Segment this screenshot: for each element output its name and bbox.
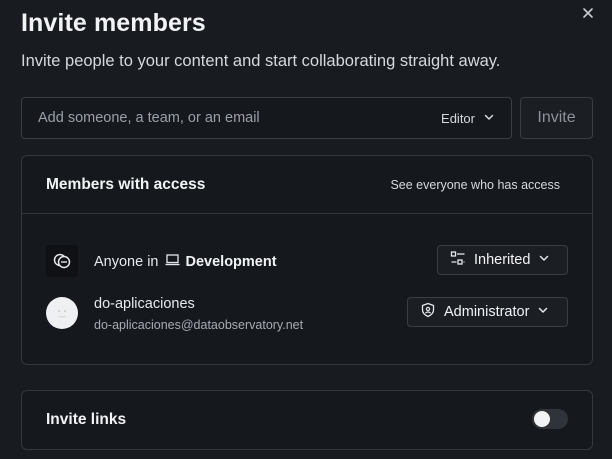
- group-access-text: Anyone in Development: [94, 254, 277, 270]
- chevron-down-icon: [483, 111, 495, 126]
- shield-icon: [420, 302, 436, 322]
- group-member-row: Anyone in Development Inherited: [46, 245, 568, 279]
- members-panel-header: Members with access See everyone who has…: [22, 156, 592, 214]
- inherited-permission-button[interactable]: Inherited: [437, 245, 568, 275]
- invite-links-title: Invite links: [46, 411, 127, 428]
- administrator-permission-button[interactable]: Administrator: [407, 297, 568, 327]
- team-name[interactable]: Development: [186, 254, 277, 270]
- see-everyone-link[interactable]: See everyone who has access: [390, 178, 560, 192]
- chevron-down-icon: [538, 252, 550, 268]
- role-select[interactable]: Editor: [441, 98, 495, 138]
- invite-links-panel: Invite links: [21, 390, 593, 450]
- invite-input-box: Editor: [21, 97, 512, 139]
- toggle-knob: [534, 411, 550, 427]
- invite-row: Editor Invite: [21, 97, 593, 139]
- chevron-down-icon: [537, 304, 549, 320]
- close-icon[interactable]: [580, 5, 596, 21]
- role-select-label: Editor: [441, 110, 475, 126]
- laptop-icon: [165, 254, 180, 270]
- group-prefix: Anyone in: [94, 254, 159, 270]
- invite-button[interactable]: Invite: [520, 97, 593, 139]
- member-name: do-aplicaciones: [94, 296, 195, 312]
- user-member-row: do-aplicaciones do-aplicaciones@dataobse…: [46, 296, 568, 332]
- member-email: do-aplicaciones@dataobservatory.net: [94, 318, 304, 332]
- dialog-title: Invite members: [21, 9, 206, 37]
- group-icon: [46, 245, 78, 277]
- invite-search-input[interactable]: [22, 98, 422, 138]
- invite-members-dialog: Invite members Invite people to your con…: [0, 0, 612, 459]
- invite-links-toggle[interactable]: [532, 409, 568, 429]
- inherited-permission-label: Inherited: [474, 252, 531, 268]
- members-panel: Members with access See everyone who has…: [21, 155, 593, 365]
- administrator-permission-label: Administrator: [444, 304, 530, 320]
- avatar: [46, 297, 78, 329]
- dialog-subtitle: Invite people to your content and start …: [21, 52, 501, 70]
- members-title: Members with access: [46, 176, 206, 193]
- sliders-icon: [450, 250, 466, 270]
